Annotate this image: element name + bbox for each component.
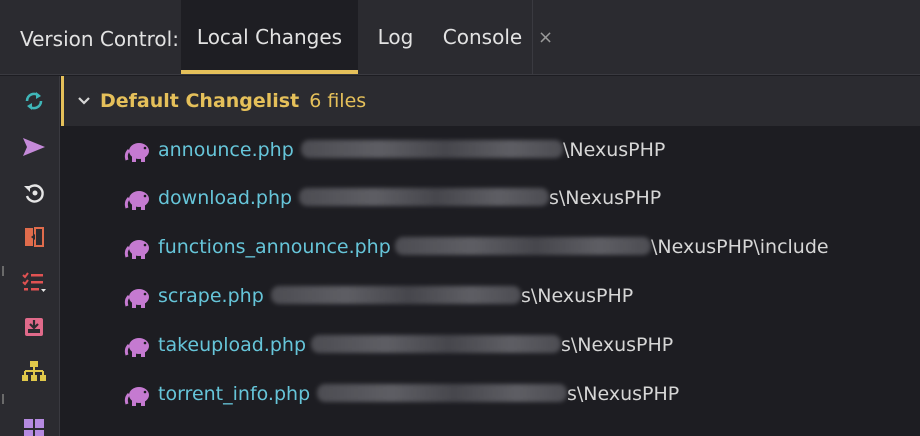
file-path: s\NexusPHP: [311, 334, 673, 356]
tool-window-header: Version Control: Local Changes Log Conso…: [0, 0, 920, 75]
file-name: scrape.php: [158, 285, 264, 307]
changelist-name: Default Changelist: [100, 90, 300, 112]
file-row[interactable]: torrent_info.php s\NexusPHP: [61, 376, 920, 416]
php-file-icon: [124, 240, 149, 259]
redacted-path: [311, 335, 561, 353]
tab-log[interactable]: Log: [358, 0, 433, 74]
changelist-header[interactable]: Default Changelist 6 files: [61, 76, 920, 126]
file-row[interactable]: download.php s\NexusPHP: [61, 180, 920, 220]
file-path-suffix: s\NexusPHP: [561, 334, 674, 356]
php-file-icon: [124, 289, 149, 308]
file-path: s\NexusPHP: [299, 187, 661, 209]
refresh-icon: [25, 92, 43, 110]
vcs-toolbar: [0, 76, 60, 436]
tab-console[interactable]: Console: [433, 0, 533, 74]
file-path-suffix: \NexusPHP\include: [651, 236, 829, 258]
redacted-path: [301, 140, 563, 158]
file-path: \NexusPHP: [301, 139, 665, 161]
tab-local-changes[interactable]: Local Changes: [181, 0, 358, 74]
file-row[interactable]: functions_announce.php \NexusPHP\include: [61, 229, 920, 269]
file-path: s\NexusPHP: [317, 383, 679, 405]
file-path-suffix: \NexusPHP: [563, 139, 666, 161]
rollback-button[interactable]: [21, 180, 47, 206]
file-path-suffix: s\NexusPHP: [567, 383, 680, 405]
redacted-path: [271, 286, 521, 304]
group-by-icon: [22, 272, 46, 292]
file-path: s\NexusPHP: [271, 285, 633, 307]
file-row[interactable]: announce.php \NexusPHP: [61, 132, 920, 172]
redacted-path: [395, 237, 651, 255]
file-path: \NexusPHP\include: [395, 236, 829, 258]
refresh-button[interactable]: [21, 88, 47, 114]
close-tab-icon[interactable]: ×: [538, 27, 553, 48]
toolbar-gutter-mark: [2, 394, 4, 404]
php-file-icon: [124, 191, 149, 210]
file-path-suffix: s\NexusPHP: [521, 285, 634, 307]
tool-window-title: Version Control:: [20, 27, 179, 51]
php-file-icon: [124, 143, 149, 162]
tab-label: Console: [442, 25, 523, 49]
file-row[interactable]: scrape.php s\NexusPHP: [61, 278, 920, 318]
tab-label: Local Changes: [196, 25, 343, 49]
changelist-file-count: 6 files: [309, 90, 367, 112]
file-name: download.php: [158, 187, 293, 209]
shelve-button[interactable]: [21, 314, 47, 340]
rollback-icon: [24, 184, 44, 203]
commit-arrow-icon: [23, 138, 45, 156]
hierarchy-button[interactable]: [21, 359, 47, 385]
active-tab-indicator: [181, 70, 358, 74]
group-by-button[interactable]: [21, 269, 47, 295]
file-path-suffix: s\NexusPHP: [549, 187, 662, 209]
file-name: functions_announce.php: [158, 236, 391, 258]
layout-icon: [24, 419, 44, 436]
commit-button[interactable]: [21, 134, 47, 160]
layout-button[interactable]: [21, 416, 47, 436]
local-changes-tree: Default Changelist 6 files announce.php …: [61, 76, 920, 436]
diff-icon: [25, 227, 44, 247]
file-name: announce.php: [158, 139, 294, 161]
toolbar-gutter-mark: [2, 266, 4, 276]
show-diff-button[interactable]: [21, 224, 47, 250]
php-file-icon: [124, 338, 149, 357]
shelve-icon: [25, 318, 43, 336]
file-row[interactable]: takeupload.php s\NexusPHP: [61, 327, 920, 367]
hierarchy-icon: [22, 361, 46, 381]
file-name: takeupload.php: [158, 334, 307, 356]
file-name: torrent_info.php: [158, 383, 311, 405]
php-file-icon: [124, 387, 149, 406]
chevron-down-icon[interactable]: [74, 91, 94, 111]
tab-label: Log: [377, 25, 414, 49]
redacted-path: [299, 188, 549, 206]
redacted-path: [317, 384, 567, 402]
